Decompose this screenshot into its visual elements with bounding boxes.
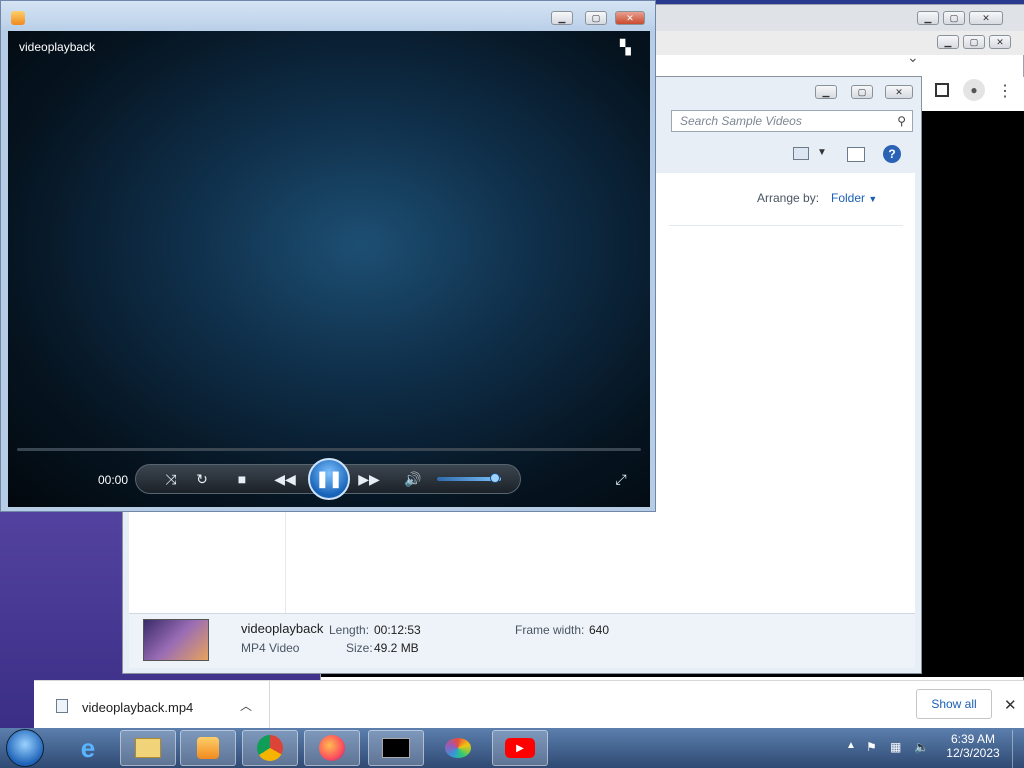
player-close-button[interactable]: ✕ bbox=[615, 11, 645, 25]
mute-speaker-icon[interactable]: 🔊 bbox=[401, 467, 425, 491]
details-size-value: 49.2 MB bbox=[374, 641, 419, 655]
show-desktop-button[interactable] bbox=[1012, 730, 1024, 768]
chrome-close-button[interactable]: ✕ bbox=[969, 11, 1003, 25]
folder-icon bbox=[135, 738, 161, 758]
show-hidden-icons-chevron[interactable]: ▲ bbox=[846, 740, 856, 751]
arrange-chevron-icon: ▼ bbox=[868, 194, 878, 204]
video-title: videoplayback bbox=[19, 40, 96, 54]
video-thumbnail bbox=[143, 619, 209, 661]
taskbar-youtube[interactable]: ▶ bbox=[492, 730, 548, 766]
chrome-maximize-button[interactable]: ▢ bbox=[943, 11, 965, 25]
details-length-label: Length: bbox=[329, 623, 370, 637]
clock-date: 12/3/2023 bbox=[946, 746, 1000, 760]
chrome-inner-maximize-button[interactable]: ▢ bbox=[963, 35, 985, 49]
download-bar: videoplayback.mp4 ︿ bbox=[34, 680, 1024, 729]
explorer-maximize-button[interactable]: ▢ bbox=[851, 85, 873, 99]
media-player-logo-icon bbox=[11, 11, 25, 25]
change-view-icon[interactable] bbox=[793, 147, 809, 160]
search-input[interactable]: Search Sample Videos ⚲ bbox=[671, 110, 913, 132]
taskbar-media-player[interactable] bbox=[180, 730, 236, 766]
start-button[interactable] bbox=[6, 729, 44, 767]
next-icon[interactable]: ▶▶ bbox=[357, 467, 381, 491]
pause-button[interactable]: ❚❚ bbox=[308, 458, 350, 500]
show-all-button[interactable]: Show all bbox=[916, 689, 992, 719]
taskbar-command-prompt[interactable] bbox=[368, 730, 424, 766]
clock-time: 6:39 AM bbox=[950, 732, 996, 746]
explorer-minimize-button[interactable]: ▁ bbox=[815, 85, 837, 99]
chrome-inner-minimize-button[interactable]: ▁ bbox=[937, 35, 959, 49]
arrange-by-label: Arrange by: bbox=[757, 191, 820, 205]
player-maximize-button[interactable]: ▢ bbox=[585, 11, 607, 25]
download-divider bbox=[269, 681, 270, 729]
search-icon: ⚲ bbox=[897, 114, 906, 128]
repeat-icon[interactable]: ↻ bbox=[190, 467, 214, 491]
video-area[interactable]: videoplayback ▚ bbox=[8, 31, 650, 507]
stop-icon[interactable]: ■ bbox=[230, 467, 254, 491]
taskbar-firefox[interactable] bbox=[304, 730, 360, 766]
chrome-minimize-button[interactable]: ▁ bbox=[917, 11, 939, 25]
arrange-by-value: Folder bbox=[831, 191, 866, 205]
player-minimize-button[interactable]: ▁ bbox=[551, 11, 573, 25]
shuffle-icon[interactable]: ⤨ bbox=[159, 467, 183, 491]
taskbar-paint[interactable] bbox=[430, 730, 486, 766]
explorer-close-button[interactable]: ✕ bbox=[885, 85, 913, 99]
seek-bar[interactable] bbox=[17, 448, 641, 451]
youtube-icon: ▶ bbox=[505, 738, 535, 758]
side-panel-icon[interactable] bbox=[935, 83, 949, 97]
firefox-icon bbox=[319, 735, 345, 761]
taskbar-internet-explorer[interactable]: e bbox=[60, 730, 116, 766]
details-file-type: MP4 Video bbox=[241, 641, 300, 655]
fullscreen-icon[interactable]: ⤢ bbox=[609, 467, 633, 491]
action-center-flag-icon[interactable]: ⚑ bbox=[866, 740, 877, 754]
pause-icon: ❚❚ bbox=[315, 471, 343, 488]
previous-icon[interactable]: ◀◀ bbox=[273, 467, 297, 491]
volume-knob[interactable] bbox=[490, 473, 500, 483]
details-frame-width-label: Frame width: bbox=[515, 623, 585, 637]
details-file-name: videoplayback bbox=[241, 621, 324, 636]
taskbar-explorer[interactable] bbox=[120, 730, 176, 766]
help-icon[interactable]: ? bbox=[883, 145, 901, 163]
chrome-icon bbox=[257, 735, 283, 761]
details-size-label: Size: bbox=[346, 641, 373, 655]
view-dropdown-chevron-icon[interactable]: ▼ bbox=[817, 147, 827, 158]
details-frame-width-value: 640 bbox=[589, 623, 610, 637]
menu-kebab-icon[interactable]: ⋮ bbox=[997, 81, 1013, 101]
profile-icon[interactable]: ● bbox=[963, 79, 985, 101]
media-player-window: ▁ ▢ ✕ videoplayback ▚ 00:00 ⤨ ↻ ■ ◀◀ ❚❚ … bbox=[0, 0, 656, 512]
header-separator bbox=[669, 225, 903, 226]
internet-explorer-icon: e bbox=[80, 732, 96, 763]
close-download-bar-icon[interactable]: ✕ bbox=[1004, 696, 1017, 714]
paint-palette-icon bbox=[445, 738, 471, 758]
tab-search-chevron-icon[interactable]: ⌄ bbox=[907, 49, 919, 66]
elapsed-time: 00:00 bbox=[98, 473, 129, 487]
volume-muted-icon[interactable]: 🔈 bbox=[914, 740, 929, 754]
command-prompt-icon bbox=[382, 738, 410, 758]
taskbar-chrome[interactable] bbox=[242, 730, 298, 766]
preview-pane-icon[interactable] bbox=[847, 147, 865, 162]
file-icon bbox=[56, 699, 68, 713]
details-length-value: 00:12:53 bbox=[374, 623, 421, 637]
media-player-titlebar: ▁ ▢ ✕ bbox=[1, 1, 655, 31]
switch-to-library-icon[interactable]: ▚ bbox=[620, 39, 631, 56]
clock[interactable]: 6:39 AM 12/3/2023 bbox=[942, 732, 1004, 760]
download-chevron-up-icon[interactable]: ︿ bbox=[240, 697, 252, 714]
network-icon[interactable]: ▦ bbox=[890, 740, 901, 754]
arrange-by-dropdown[interactable]: Folder ▼ bbox=[831, 191, 877, 205]
media-player-icon bbox=[197, 737, 219, 759]
search-placeholder: Search Sample Videos bbox=[680, 114, 802, 128]
chrome-inner-close-button[interactable]: ✕ bbox=[989, 35, 1011, 49]
download-file-name[interactable]: videoplayback.mp4 bbox=[82, 700, 193, 715]
